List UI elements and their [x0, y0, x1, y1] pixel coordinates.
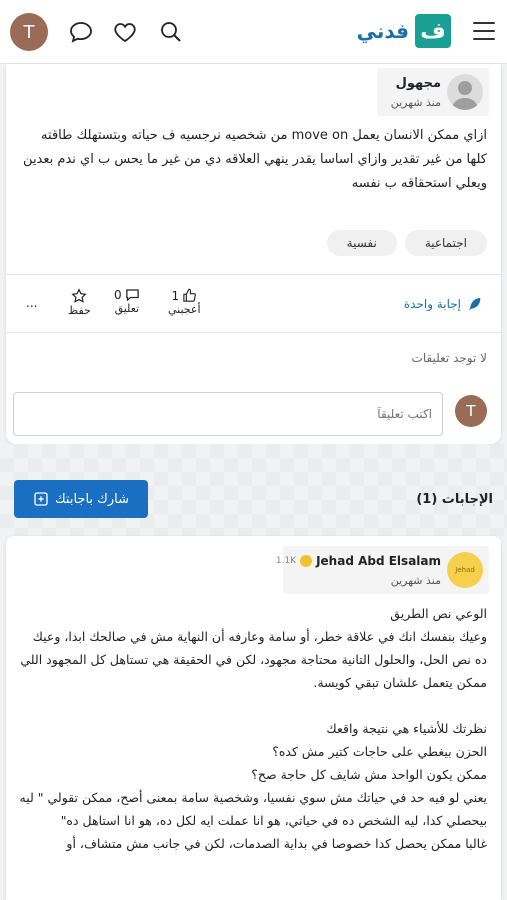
- answer-paragraph: ممكن يكون الواحد مش شايف كل حاجة صح؟: [251, 767, 487, 782]
- site-logo[interactable]: فدني ف: [357, 14, 451, 48]
- answer-paragraph: الحزن بيغطي على حاجات كتير مش كده؟: [272, 744, 487, 759]
- question-author[interactable]: مجهول منذ شهرين: [377, 68, 489, 116]
- answers-title: الإجابات (1): [416, 492, 493, 507]
- share-answer-label: شارك باجابتك: [54, 491, 130, 507]
- like-button[interactable]: 1 أعجبني: [168, 288, 201, 317]
- logo-mark: ف: [415, 14, 451, 48]
- author-badge-icon: [300, 555, 313, 567]
- question-author-name: مجهول: [395, 76, 441, 91]
- comments-label: تعليق: [114, 302, 140, 315]
- answer-author[interactable]: Jehad 1.1K Jehad Abd Elsalam منذ شهرين: [276, 546, 489, 594]
- answers-count-link[interactable]: إجابة واحدة: [404, 296, 483, 312]
- search-icon[interactable]: [157, 18, 185, 46]
- comment-input[interactable]: [13, 392, 443, 436]
- tag-social[interactable]: اجتماعية: [404, 230, 487, 256]
- question-tags: اجتماعية نفسية: [326, 230, 487, 256]
- thumbs-up-icon: [183, 288, 196, 302]
- answer-time: منذ شهرين: [390, 574, 441, 587]
- comment-button[interactable]: 0 تعليق: [114, 288, 140, 315]
- author-score: 1.1K: [275, 556, 297, 566]
- answer-author-name: Jehad Abd Elsalam: [316, 554, 441, 568]
- menu-icon[interactable]: [473, 22, 495, 40]
- question-text: ازاي ممكن الانسان يعمل move on من شخصيه …: [23, 128, 487, 191]
- logo-text: فدني: [356, 19, 409, 43]
- more-button[interactable]: ...: [26, 296, 37, 310]
- share-answer-button[interactable]: شارك باجابتك: [14, 480, 148, 518]
- tag-psychological[interactable]: نفسية: [326, 230, 397, 256]
- star-icon: [71, 288, 88, 303]
- no-comments-text: لا توجد تعليقات: [411, 351, 487, 365]
- question-actions: ... حفظ 0 تعليق 1 أعجبني إجابة واحدة: [6, 284, 501, 324]
- comment-icon: [125, 289, 139, 302]
- comment-user-avatar: T: [455, 395, 487, 427]
- answers-count-label: إجابة واحدة: [403, 297, 461, 311]
- likes-count: 1: [171, 288, 180, 303]
- divider: [6, 332, 501, 333]
- answer-paragraph: الوعي نص الطريق: [390, 606, 487, 621]
- anonymous-avatar-icon: [447, 74, 483, 110]
- top-header: T فدني ف: [0, 0, 507, 64]
- answer-card: Jehad 1.1K Jehad Abd Elsalam منذ شهرين ا…: [6, 536, 501, 900]
- question-card: مجهول منذ شهرين ازاي ممكن الانسان يعمل m…: [6, 64, 501, 444]
- comments-count: 0: [114, 288, 122, 302]
- divider: [6, 274, 501, 275]
- answer-author-avatar: Jehad: [447, 552, 483, 588]
- save-label: حفظ: [68, 304, 91, 317]
- add-square-icon: [34, 492, 48, 506]
- answer-paragraph: نظرتك للأشياء هي نتيجة واقعك: [326, 721, 487, 736]
- save-button[interactable]: حفظ: [68, 288, 91, 317]
- question-time: منذ شهرين: [390, 96, 441, 109]
- chat-icon[interactable]: [67, 18, 95, 46]
- answer-paragraph: يعني لو فيه حد في حياتك مش سوي نفسيا، وش…: [19, 790, 487, 828]
- answer-text: الوعي نص الطريق وعيك بنفسك انك في علاقة …: [17, 602, 487, 855]
- answer-paragraph: غالبا ممكن يحصل كدا خصوصا في بداية الصدم…: [66, 836, 487, 851]
- answer-paragraph: وعيك بنفسك انك في علاقة خطر، أو سامة وعا…: [20, 629, 487, 690]
- user-avatar[interactable]: T: [10, 13, 48, 51]
- feather-icon: [469, 298, 481, 310]
- heart-icon[interactable]: [111, 18, 139, 46]
- likes-label: أعجبني: [168, 303, 201, 316]
